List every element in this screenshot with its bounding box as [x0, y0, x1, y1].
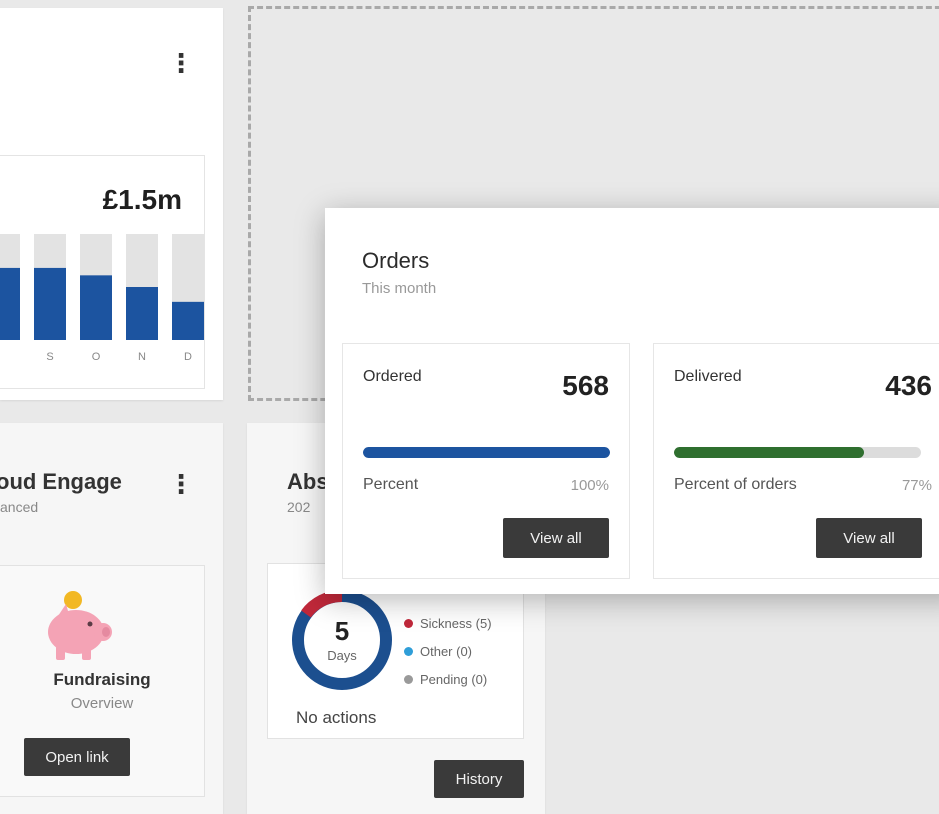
bar-D — [172, 301, 204, 340]
absence-days-value: 5 — [334, 616, 350, 646]
x-tick-label: N — [138, 351, 146, 363]
orders-widget-popup[interactable]: Orders This month Ordered 568 Percent 10… — [325, 208, 939, 594]
bar-partial — [0, 267, 20, 340]
progress-fill — [363, 447, 610, 458]
percent-label: Percent of orders — [674, 476, 797, 493]
absence-status: No actions — [296, 708, 377, 727]
stat-value: 436 — [885, 370, 932, 401]
progress-fill — [674, 447, 865, 458]
legend-item-other: Other (0) — [404, 644, 472, 659]
legend-item-sickness: Sickness (5) — [404, 616, 492, 631]
more-options-icon[interactable]: ⋮ — [168, 471, 194, 497]
ordered-stat-card: Ordered 568 Percent 100% View all — [342, 343, 630, 579]
revenue-chart-panel: £1.5m S O N D — [0, 155, 205, 389]
piggy-bank-icon — [48, 591, 112, 660]
percent-value: 100% — [570, 477, 609, 494]
engage-card-subtitle: anced — [0, 499, 39, 515]
orders-subtitle: This month — [362, 280, 437, 297]
absence-card-title: Abs — [287, 469, 329, 494]
x-tick-label: O — [92, 351, 101, 363]
stat-label: Delivered — [674, 368, 742, 385]
legend-label: Pending (0) — [420, 672, 488, 687]
engage-card-title: oud Engage — [0, 469, 122, 494]
x-tick-label: D — [184, 351, 192, 363]
orders-title: Orders — [362, 248, 430, 273]
legend-item-pending: Pending (0) — [404, 672, 487, 687]
absence-days-unit: Days — [327, 648, 357, 663]
bar-N — [126, 287, 158, 340]
view-all-ordered-button[interactable]: View all — [503, 518, 609, 558]
fundraising-tile: Fundraising Overview Open link — [0, 565, 205, 797]
more-options-icon[interactable]: ⋮ — [168, 50, 194, 76]
legend-label: Other (0) — [420, 644, 473, 659]
percent-value: 77% — [901, 477, 932, 494]
legend-dot — [404, 619, 413, 628]
legend-dot — [404, 675, 413, 684]
bar-O — [80, 275, 112, 340]
absence-card-subtitle: 202 — [287, 499, 311, 515]
delivered-stat-card: Delivered 436 Percent of orders 77% View… — [653, 343, 939, 579]
fundraising-subtitle: Overview — [70, 695, 134, 712]
stat-label: Ordered — [363, 368, 422, 385]
revenue-card: ⋮ £1.5m S O N D — [0, 8, 223, 400]
legend-dot — [404, 647, 413, 656]
revenue-total: £1.5m — [102, 184, 182, 215]
x-tick-label: S — [46, 351, 53, 363]
fundraising-title: Fundraising — [53, 670, 151, 689]
legend-label: Sickness (5) — [420, 616, 492, 631]
open-link-button[interactable]: Open link — [24, 738, 130, 776]
percent-label: Percent — [363, 476, 419, 493]
view-all-delivered-button[interactable]: View all — [816, 518, 922, 558]
progress-bar — [363, 447, 610, 458]
history-button[interactable]: History — [434, 760, 524, 798]
bar-S — [34, 267, 66, 340]
progress-bar — [674, 447, 921, 458]
revenue-bar-chart: SOND — [0, 234, 204, 363]
stat-value: 568 — [562, 370, 609, 401]
engage-card: oud Engage ⋮ anced Fundraising Overview … — [0, 423, 223, 814]
